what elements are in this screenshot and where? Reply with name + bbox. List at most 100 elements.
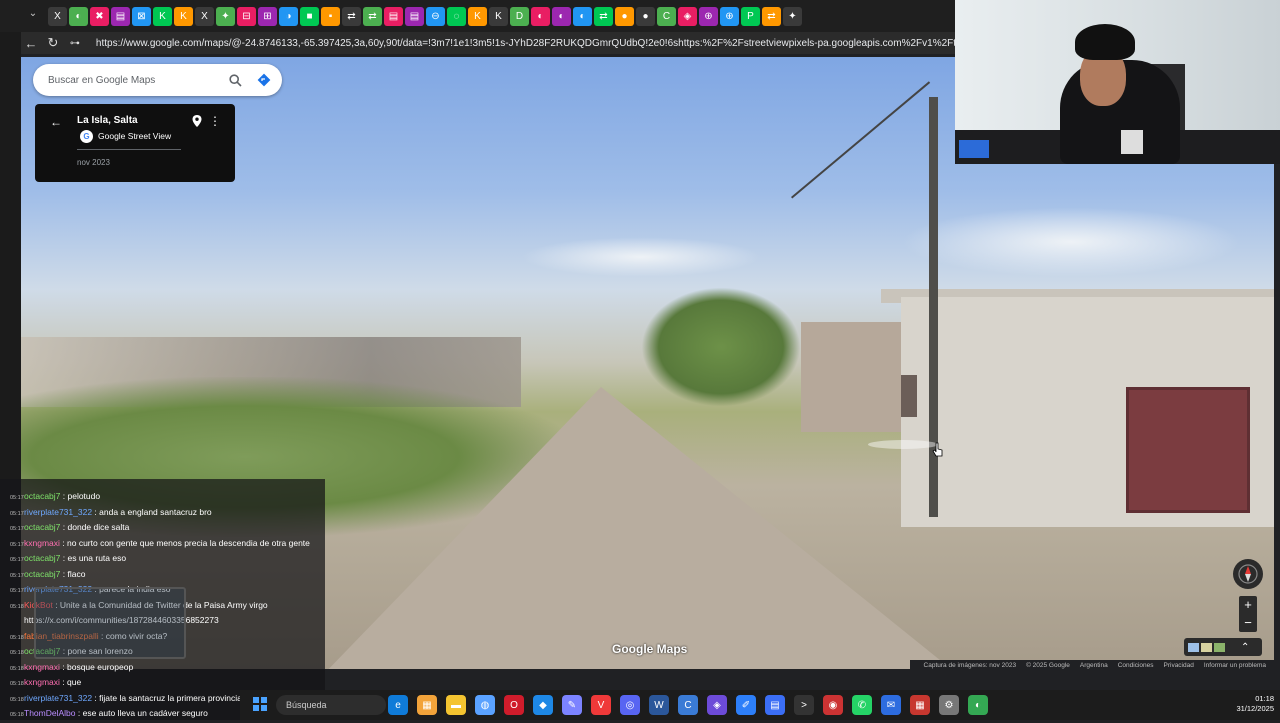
tab-favicon-icon[interactable]: ⊕ <box>720 6 739 26</box>
chat-text: pelotudo <box>67 491 101 501</box>
tab-favicon-icon[interactable]: ◐ <box>552 6 571 26</box>
compass-icon[interactable] <box>1233 559 1263 589</box>
tab-favicon-icon[interactable]: ⊞ <box>258 6 277 26</box>
vivaldi-icon[interactable]: V <box>591 695 611 715</box>
thumbnail[interactable] <box>1201 642 1212 652</box>
chat-username[interactable]: kxngmaxi <box>24 662 60 672</box>
chat-message: 05:17octacabj7 : pelotudo <box>10 489 100 504</box>
system-clock[interactable]: 01:18 31/12/2025 <box>1222 694 1274 714</box>
back-icon[interactable]: ← <box>20 32 42 54</box>
windows-start-icon[interactable] <box>253 697 267 711</box>
chat-text: bosque europeop <box>67 661 134 672</box>
tab-search-icon[interactable]: ⌄ <box>26 8 40 22</box>
tab-favicon-icon[interactable]: C <box>657 6 676 26</box>
tab-favicon-icon[interactable]: ▤ <box>405 6 424 26</box>
back-arrow-icon[interactable]: ← <box>50 115 64 129</box>
zoom-out-button[interactable]: − <box>1239 614 1257 632</box>
search-icon[interactable] <box>228 73 242 87</box>
expand-icon[interactable]: ⌃ <box>1241 642 1249 653</box>
chat-username[interactable]: octacabj7 <box>24 553 60 563</box>
paint-icon[interactable]: ✐ <box>736 695 756 715</box>
chat-separator: : <box>75 708 83 718</box>
tab-favicon-icon[interactable]: D <box>510 6 529 26</box>
tab-favicon-icon[interactable]: ✦ <box>783 6 802 26</box>
tab-favicon-icon[interactable]: P <box>741 6 760 26</box>
discord-icon[interactable]: ◎ <box>620 695 640 715</box>
chat-username[interactable]: octacabj7 <box>24 522 60 532</box>
vscode-icon[interactable]: ◆ <box>533 695 553 715</box>
chrome-icon[interactable]: ◐ <box>968 695 988 715</box>
tab-favicon-icon[interactable]: K <box>153 6 172 26</box>
thumbnail[interactable] <box>1214 642 1225 652</box>
opera-icon[interactable]: O <box>504 695 524 715</box>
tab-favicon-icon[interactable]: ✦ <box>216 6 235 26</box>
tab-favicon-icon[interactable]: ⊠ <box>132 6 151 26</box>
directions-icon[interactable] <box>256 72 272 88</box>
taskbar-search[interactable]: Búsqueda <box>276 695 386 715</box>
imagery-date: Captura de imágenes: nov 2023 <box>923 661 1017 669</box>
terminal-icon[interactable]: > <box>794 695 814 715</box>
country-link[interactable]: Argentina <box>1080 662 1108 669</box>
tab-favicon-icon[interactable]: ■ <box>300 6 319 26</box>
report-problem-link[interactable]: Informar un problema <box>1204 662 1266 669</box>
location-pin-icon[interactable] <box>191 114 203 128</box>
store-icon[interactable]: ▦ <box>417 695 437 715</box>
tab-favicon-icon[interactable]: K <box>489 6 508 26</box>
tab-favicon-icon[interactable]: ⊟ <box>237 6 256 26</box>
chat-username[interactable]: riverplate731_322 <box>24 507 92 517</box>
chat-username[interactable]: octacabj7 <box>24 569 60 579</box>
privacy-link[interactable]: Privacidad <box>1164 662 1194 669</box>
notes-icon[interactable]: ▤ <box>765 695 785 715</box>
tab-favicon-icon[interactable]: ◌ <box>447 6 466 26</box>
tab-favicon-icon[interactable]: ⊖ <box>426 6 445 26</box>
imagery-thumbnails[interactable]: ⌃ <box>1184 638 1262 656</box>
tab-favicon-icon[interactable]: K <box>174 6 193 26</box>
maps-search-box[interactable]: Buscar en Google Maps <box>33 64 282 96</box>
c-icon[interactable]: C <box>678 695 698 715</box>
tab-favicon-icon[interactable]: X <box>48 6 67 26</box>
zoom-in-button[interactable]: + <box>1239 596 1257 614</box>
tab-favicon-icon[interactable]: ▤ <box>111 6 130 26</box>
tab-favicon-icon[interactable]: ◐ <box>531 6 550 26</box>
word-icon[interactable]: W <box>649 695 669 715</box>
tab-favicon-icon[interactable]: ⇄ <box>342 6 361 26</box>
settings-icon[interactable]: ⚙ <box>939 695 959 715</box>
tab-favicon-icon[interactable]: ◈ <box>678 6 697 26</box>
pen-icon[interactable]: ✎ <box>562 695 582 715</box>
terms-link[interactable]: Condiciones <box>1118 662 1154 669</box>
tab-favicon-icon[interactable]: ◑ <box>279 6 298 26</box>
tab-favicon-icon[interactable]: ▤ <box>384 6 403 26</box>
copilot-icon[interactable]: ◍ <box>475 695 495 715</box>
calendar-icon[interactable]: ▦ <box>910 695 930 715</box>
tab-favicon-icon[interactable]: ● <box>636 6 655 26</box>
site-info-icon[interactable]: ⊶ <box>64 32 86 54</box>
whatsapp-icon[interactable]: ✆ <box>852 695 872 715</box>
tab-favicon-icon[interactable]: ● <box>615 6 634 26</box>
tab-favicon-icon[interactable]: ⊕ <box>699 6 718 26</box>
tab-favicon-icon[interactable]: ⇄ <box>594 6 613 26</box>
tab-favicon-icon[interactable]: X <box>195 6 214 26</box>
tab-favicon-icon[interactable]: ◐ <box>573 6 592 26</box>
chat-username[interactable]: riverplate731_322 <box>24 693 92 703</box>
game-icon[interactable]: ◈ <box>707 695 727 715</box>
more-options-icon[interactable]: ⋮ <box>209 114 221 128</box>
tab-favicon-icon[interactable]: ✖ <box>90 6 109 26</box>
tab-favicon-icon[interactable]: ▪ <box>321 6 340 26</box>
url-text[interactable]: https://www.google.com/maps/@-24.8746133… <box>96 38 955 49</box>
chrome-red-icon[interactable]: ◉ <box>823 695 843 715</box>
edge-icon[interactable]: e <box>388 695 408 715</box>
chat-username[interactable]: kxngmaxi <box>24 538 60 548</box>
chat-username[interactable]: octacabj7 <box>24 491 60 501</box>
tab-favicon-icon[interactable]: ◐ <box>69 6 88 26</box>
chat-username[interactable]: kxngmaxi <box>24 677 60 687</box>
garage-door <box>1126 387 1250 513</box>
tab-favicon-icon[interactable]: K <box>468 6 487 26</box>
reload-icon[interactable]: ↻ <box>42 32 64 54</box>
tab-favicon-icon[interactable]: ⇄ <box>762 6 781 26</box>
thumbnail[interactable] <box>1188 642 1199 652</box>
mail-icon[interactable]: ✉ <box>881 695 901 715</box>
chat-username[interactable]: ThomDelAlbo <box>24 708 76 718</box>
search-input[interactable]: Buscar en Google Maps <box>48 75 228 86</box>
folder-icon[interactable]: ▬ <box>446 695 466 715</box>
tab-favicon-icon[interactable]: ⇄ <box>363 6 382 26</box>
